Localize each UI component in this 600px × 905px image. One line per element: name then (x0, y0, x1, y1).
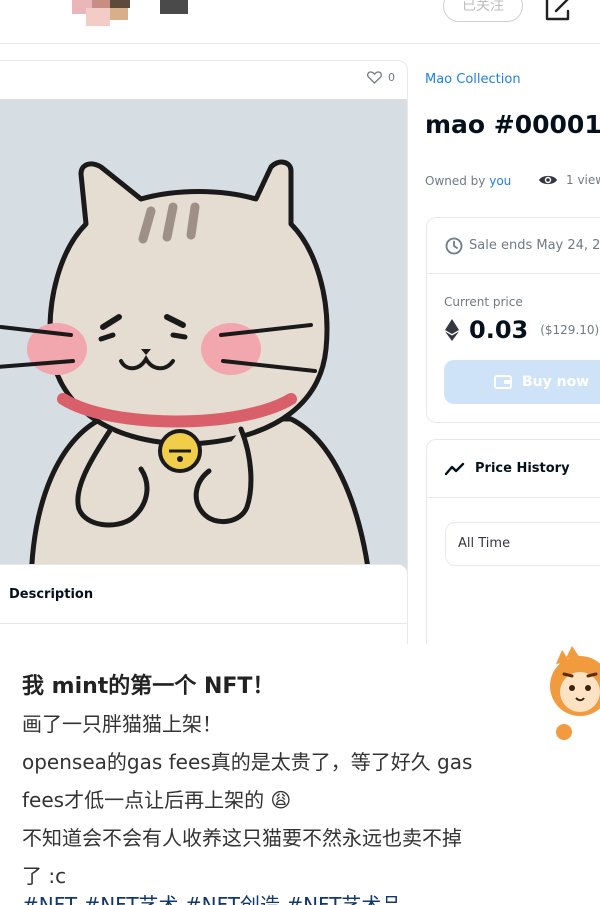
nft-title: mao #00001 (425, 110, 600, 139)
avatar[interactable] (72, 0, 130, 34)
user-badge-icon (160, 0, 188, 14)
owned-by-label: Owned by (425, 174, 486, 188)
price-panel: Sale ends May 24, 2 Current price 0.03 (… (426, 217, 600, 423)
post-line: opensea的gas fees真的是太贵了，等了好久 gas (22, 750, 473, 774)
price-history-panel: Price History All Time (426, 439, 600, 644)
divider (0, 623, 407, 624)
time-filter-select[interactable]: All Time (445, 522, 600, 566)
price-history-header[interactable]: Price History (427, 440, 600, 498)
post-line: 不知道会不会有人收养这只猫要不然永远也卖不掉 (22, 826, 462, 850)
post-title: 我 mint的第一个 NFT！ (22, 674, 275, 699)
price-eth: 0.03 (469, 316, 529, 344)
cat-illustration (0, 159, 374, 589)
collection-link[interactable]: Mao Collection (425, 72, 521, 87)
price-usd: ($129.10) (540, 323, 600, 337)
tiger-mascot-icon[interactable] (546, 644, 600, 744)
price-history-label: Price History (475, 461, 570, 476)
sale-ends-text: Sale ends May 24, 2 (469, 238, 600, 253)
current-price-label: Current price (444, 295, 523, 309)
ethereum-icon (445, 319, 459, 341)
post-line: 了 :c (22, 864, 67, 888)
post-body: 我 mint的第一个 NFT！ 画了一只胖猫猫上架！ opensea的gas f… (0, 644, 600, 905)
favorite-count-value: 0 (388, 71, 395, 84)
sale-ends-row: Sale ends May 24, 2 (427, 218, 600, 274)
buy-now-button[interactable]: Buy now (444, 360, 600, 404)
description-panel[interactable]: Description (0, 564, 408, 644)
nft-artwork[interactable] (0, 99, 407, 589)
nft-image-card: 0 (0, 60, 408, 590)
price-row: 0.03 ($129.10) (445, 316, 599, 344)
description-heading: Description (9, 587, 94, 602)
wallet-icon (494, 375, 512, 389)
favorite-count[interactable]: 0 (367, 71, 395, 84)
views-text: 1 view (566, 173, 600, 187)
eye-icon (539, 175, 557, 185)
follow-button[interactable]: 已关注 (443, 0, 523, 22)
heart-icon[interactable] (367, 71, 382, 84)
share-icon[interactable] (544, 0, 574, 22)
top-bar: 已关注 (0, 0, 600, 44)
clock-icon (445, 237, 463, 254)
nft-listing-screenshot: 0 Description Mao Collection mao #00001 … (0, 44, 600, 644)
owner-link[interactable]: you (489, 174, 511, 188)
post-line: fees才低一点让后再上架的 😩 (22, 788, 292, 812)
owner-line: Owned by you (425, 174, 511, 188)
hashtags[interactable]: #NFT #NFT艺术 #NFT创造 #NFT艺术品 (22, 889, 401, 905)
trend-icon (445, 462, 465, 475)
post-line: 画了一只胖猫猫上架！ (22, 712, 222, 736)
views-count: 1 view (538, 173, 600, 187)
buy-now-label: Buy now (522, 374, 590, 390)
